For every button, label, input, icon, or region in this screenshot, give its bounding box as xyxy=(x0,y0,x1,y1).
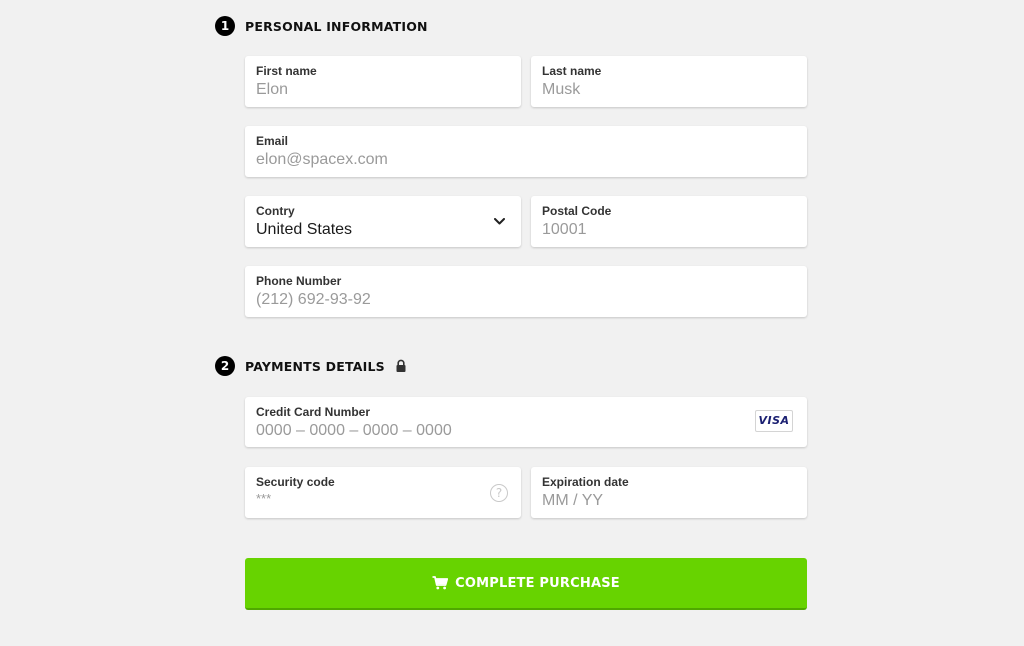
security-code-input[interactable]: *** xyxy=(256,491,477,506)
step-number-1: 1 xyxy=(215,16,235,36)
country-value: United States xyxy=(256,221,353,238)
payment-details-header: 2 PAYMENTS DETAILS xyxy=(215,356,407,376)
first-name-field[interactable]: First name Elon xyxy=(245,56,521,107)
complete-purchase-label: COMPLETE PURCHASE xyxy=(455,575,620,591)
credit-card-field[interactable]: Credit Card Number 0000 – 0000 – 0000 – … xyxy=(245,397,807,447)
first-name-input[interactable]: Elon xyxy=(256,81,477,99)
postal-code-input[interactable]: 10001 xyxy=(542,221,763,239)
lock-icon xyxy=(396,359,406,372)
country-select[interactable]: Contry United States xyxy=(245,196,521,247)
credit-card-label: Credit Card Number xyxy=(256,405,371,419)
email-label: Email xyxy=(256,134,289,148)
cart-icon xyxy=(432,576,449,590)
last-name-input[interactable]: Musk xyxy=(542,81,763,99)
personal-info-header: 1 PERSONAL INFORMATION xyxy=(215,16,428,36)
payment-details-title: PAYMENTS DETAILS xyxy=(245,358,385,374)
email-input[interactable]: elon@spacex.com xyxy=(256,151,706,169)
last-name-field[interactable]: Last name Musk xyxy=(531,56,807,107)
step-number-2: 2 xyxy=(215,356,235,376)
checkout-page: 1 PERSONAL INFORMATION First name Elon L… xyxy=(0,0,1024,646)
email-field[interactable]: Email elon@spacex.com xyxy=(245,126,807,177)
credit-card-input[interactable]: 0000 – 0000 – 0000 – 0000 xyxy=(256,422,706,440)
question-circle-icon[interactable]: ? xyxy=(490,484,508,502)
chevron-down-icon[interactable] xyxy=(494,218,505,225)
personal-info-title: PERSONAL INFORMATION xyxy=(245,18,428,34)
country-label: Contry xyxy=(256,204,295,218)
last-name-label: Last name xyxy=(542,64,602,78)
security-code-field[interactable]: Security code *** ? xyxy=(245,467,521,518)
security-code-label: Security code xyxy=(256,475,335,489)
phone-number-field[interactable]: Phone Number (212) 692-93-92 xyxy=(245,266,807,317)
first-name-label: First name xyxy=(256,64,317,78)
postal-code-field[interactable]: Postal Code 10001 xyxy=(531,196,807,247)
phone-number-label: Phone Number xyxy=(256,274,342,288)
phone-number-input[interactable]: (212) 692-93-92 xyxy=(256,291,706,309)
visa-card-icon: VISA xyxy=(755,410,793,432)
expiration-date-label: Expiration date xyxy=(542,475,629,489)
complete-purchase-button[interactable]: COMPLETE PURCHASE xyxy=(245,558,807,610)
postal-code-label: Postal Code xyxy=(542,204,612,218)
expiration-date-field[interactable]: Expiration date MM / YY xyxy=(531,467,807,518)
expiration-date-input[interactable]: MM / YY xyxy=(542,492,763,510)
